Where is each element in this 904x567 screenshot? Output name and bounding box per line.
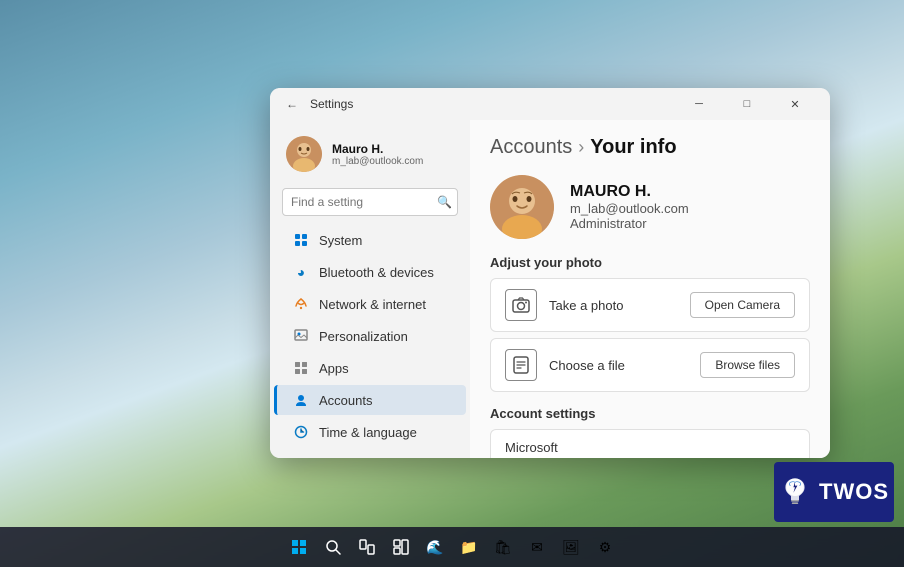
settings-taskbar-icon[interactable]: ⚙	[591, 533, 619, 561]
network-label: Network & internet	[319, 297, 426, 312]
user-email-main: m_lab@outlook.com	[570, 201, 810, 216]
search-taskbar-button[interactable]	[319, 533, 347, 561]
accounts-label: Accounts	[319, 393, 372, 408]
choose-file-label: Choose a file	[549, 358, 625, 373]
sidebar-item-time[interactable]: Time & language	[274, 417, 466, 447]
take-photo-left: Take a photo	[505, 289, 623, 321]
camera-icon	[505, 289, 537, 321]
personalization-icon	[293, 328, 309, 344]
browse-files-button[interactable]: Browse files	[700, 352, 795, 378]
window-title: Settings	[310, 97, 353, 111]
time-icon	[293, 424, 309, 440]
maximize-button[interactable]: □	[724, 88, 770, 120]
photos-icon[interactable]: 🖼	[557, 533, 585, 561]
adjust-photo-section: Adjust your photo Take a photo Open Came…	[490, 255, 810, 392]
sidebar-user-profile: Mauro H. m_lab@outlook.com	[270, 128, 470, 184]
sidebar-item-personalization[interactable]: Personalization	[274, 321, 466, 351]
twos-logo: TWOS	[774, 462, 894, 522]
choose-file-left: Choose a file	[505, 349, 625, 381]
sidebar-item-bluetooth[interactable]: ◕ Bluetooth & devices	[274, 257, 466, 287]
sidebar-item-apps[interactable]: Apps	[274, 353, 466, 383]
window-controls: ─ □ ✕	[676, 88, 818, 120]
store-icon[interactable]: 🛍	[489, 533, 517, 561]
microsoft-account-row: Microsoft account Windows is better when…	[490, 429, 810, 458]
account-settings-section: Account settings Microsoft account Windo…	[490, 406, 810, 458]
user-card: MAURO H. m_lab@outlook.com Administrator	[490, 175, 810, 239]
sidebar-avatar	[286, 136, 322, 172]
search-icon[interactable]: 🔍	[437, 195, 452, 209]
edge-icon[interactable]: 🌊	[421, 533, 449, 561]
settings-window: ← Settings ─ □ ✕	[270, 88, 830, 458]
gaming-label: Gaming	[319, 457, 365, 459]
open-camera-button[interactable]: Open Camera	[690, 292, 795, 318]
user-avatar-large	[490, 175, 554, 239]
taskbar-icons: 🌊 📁 🛍 ✉ 🖼 ⚙	[285, 533, 619, 561]
file-icon	[505, 349, 537, 381]
time-label: Time & language	[319, 425, 417, 440]
accounts-icon	[293, 392, 309, 408]
user-display-name: MAURO H.	[570, 183, 810, 201]
taskbar: 🌊 📁 🛍 ✉ 🖼 ⚙	[0, 527, 904, 567]
sidebar-item-accounts[interactable]: Accounts	[274, 385, 466, 415]
account-settings-title: Account settings	[490, 406, 810, 421]
minimize-button[interactable]: ─	[676, 88, 722, 120]
sidebar-item-gaming[interactable]: Gaming	[274, 449, 466, 458]
breadcrumb-parent: Accounts	[490, 136, 572, 159]
sidebar-item-network[interactable]: Network & internet	[274, 289, 466, 319]
taskview-button[interactable]	[353, 533, 381, 561]
desktop: ← Settings ─ □ ✕	[0, 0, 904, 567]
back-button[interactable]: ←	[282, 94, 302, 114]
twos-brand-text: TWOS	[819, 479, 889, 505]
user-role: Administrator	[570, 216, 810, 231]
start-button[interactable]	[285, 533, 313, 561]
window-body: Mauro H. m_lab@outlook.com 🔍 System	[270, 120, 830, 458]
breadcrumb: Accounts › Your info	[490, 136, 810, 159]
personalization-label: Personalization	[319, 329, 408, 344]
widgets-button[interactable]	[387, 533, 415, 561]
breadcrumb-separator: ›	[578, 137, 584, 158]
microsoft-account-info: Microsoft account Windows is better when…	[505, 440, 596, 458]
sidebar-user-email: m_lab@outlook.com	[332, 156, 454, 167]
gaming-icon	[293, 456, 309, 458]
search-box: 🔍	[282, 188, 458, 216]
close-button[interactable]: ✕	[772, 88, 818, 120]
system-icon	[293, 232, 309, 248]
mail-icon[interactable]: ✉	[523, 533, 551, 561]
take-photo-row: Take a photo Open Camera	[490, 278, 810, 332]
user-details: MAURO H. m_lab@outlook.com Administrator	[570, 183, 810, 231]
breadcrumb-current: Your info	[590, 136, 676, 159]
apps-icon	[293, 360, 309, 376]
sidebar: Mauro H. m_lab@outlook.com 🔍 System	[270, 120, 470, 458]
title-bar: ← Settings ─ □ ✕	[270, 88, 830, 120]
sidebar-user-info: Mauro H. m_lab@outlook.com	[332, 142, 454, 167]
system-label: System	[319, 233, 362, 248]
bluetooth-label: Bluetooth & devices	[319, 265, 434, 280]
bluetooth-icon: ◕	[293, 264, 309, 280]
twos-bulb-icon	[779, 476, 811, 508]
sidebar-user-name: Mauro H.	[332, 142, 454, 156]
folder-icon[interactable]: 📁	[455, 533, 483, 561]
account-type: Microsoft account	[505, 440, 596, 458]
main-content: Accounts › Your info	[470, 120, 830, 458]
choose-file-row: Choose a file Browse files	[490, 338, 810, 392]
network-icon	[293, 296, 309, 312]
search-input[interactable]	[282, 188, 458, 216]
take-photo-label: Take a photo	[549, 298, 623, 313]
adjust-photo-title: Adjust your photo	[490, 255, 810, 270]
apps-label: Apps	[319, 361, 349, 376]
sidebar-item-system[interactable]: System	[274, 225, 466, 255]
